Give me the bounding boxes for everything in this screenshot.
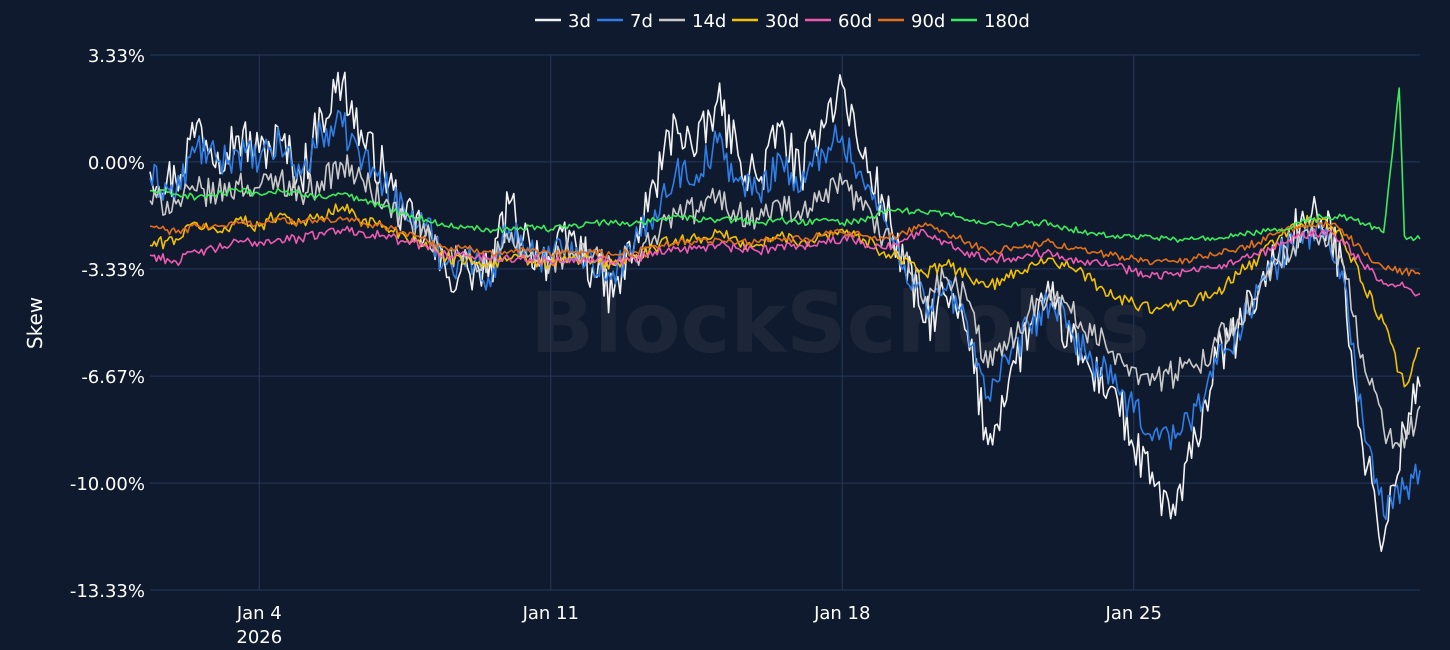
x-tick-year-label: 2026 (236, 627, 282, 648)
legend-label: 90d (911, 11, 945, 32)
legend-label: 30d (765, 11, 799, 32)
skew-line-chart: BlockScholes 3.33% 0.00% -3.33% -6.67% -10.0… (0, 0, 1450, 650)
x-tick-label: Jan 11 (522, 603, 579, 624)
legend-label: 3d (568, 11, 591, 32)
x-tick-label: Jan 25 (1105, 603, 1162, 624)
y-tick-label: -6.67% (81, 367, 145, 388)
legend-label: 7d (630, 11, 653, 32)
y-tick-label: -10.00% (70, 474, 145, 495)
y-axis-title: Skew (23, 297, 47, 349)
y-tick-label: 0.00% (88, 153, 145, 174)
legend-label: 180d (984, 11, 1030, 32)
skew-chart: BlockScholes 3.33% 0.00% -3.33% -6.67% -10.0… (0, 0, 1450, 650)
legend-label: 14d (692, 11, 726, 32)
y-tick-label: -13.33% (70, 581, 145, 602)
legend-label: 60d (838, 11, 872, 32)
x-tick-label: Jan 4 (236, 603, 282, 624)
y-tick-label: -3.33% (81, 260, 145, 281)
x-tick-label: Jan 18 (813, 603, 870, 624)
watermark: BlockScholes (530, 274, 1150, 372)
y-tick-label: 3.33% (88, 46, 145, 67)
